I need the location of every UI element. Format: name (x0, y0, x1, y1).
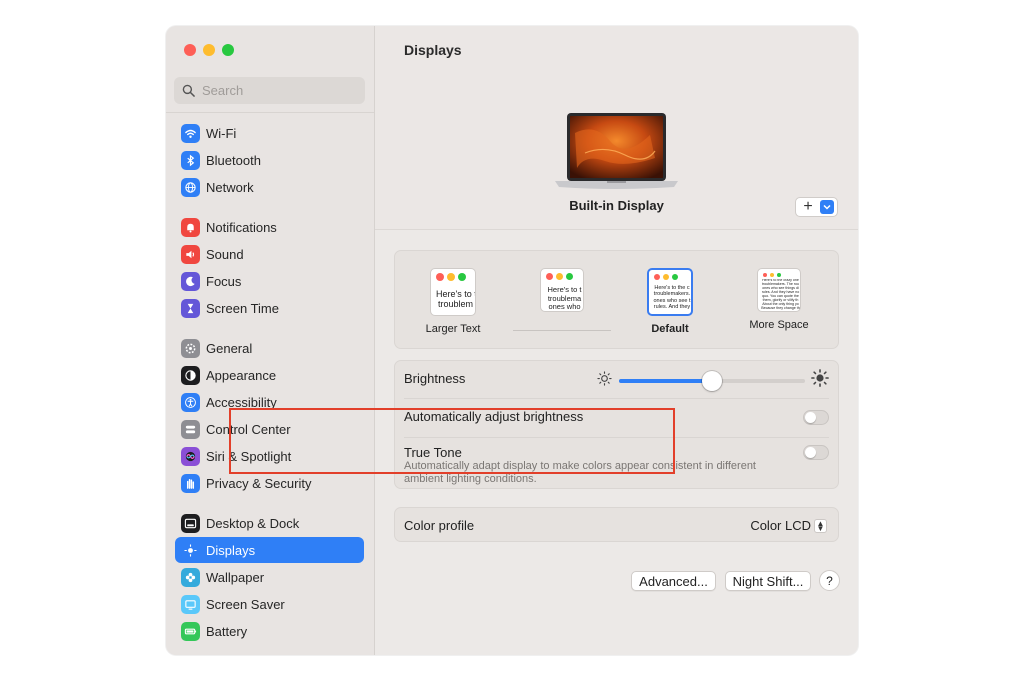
sidebar-item-screen-time[interactable]: Screen Time (175, 295, 364, 321)
color-profile-label: Color profile (404, 518, 475, 533)
battery-icon (181, 621, 200, 641)
display-name: Built-in Display (569, 198, 664, 213)
page-title: Displays (404, 42, 462, 58)
brightness-low-icon (597, 371, 612, 386)
sidebar-item-label: Battery (206, 623, 248, 639)
resolution-thumbnail: Here's to t troublema ones who (540, 268, 584, 312)
sidebar-item-label: Network (206, 179, 254, 195)
updown-chevron-icon[interactable]: ▲ ▼ (814, 519, 827, 533)
add-display-button[interactable]: + (795, 197, 838, 217)
minimize-window-button[interactable] (203, 44, 215, 56)
sidebar-item-bluetooth[interactable]: Bluetooth (175, 147, 364, 173)
display-header: Displays Built-in Display + (375, 26, 858, 230)
resolution-thumbnail-selected: Here's to the c troublemakers. ones who … (647, 268, 693, 316)
sidebar-item-battery[interactable]: Battery (175, 618, 364, 644)
window-controls (184, 44, 234, 56)
sample-text: Here's to the c troublemakers. ones who … (653, 285, 691, 310)
dock-icon (181, 513, 200, 533)
brightness-label: Brightness (404, 371, 466, 386)
sidebar-item-label: Screen Time (206, 300, 279, 316)
sidebar-item-desktop-and-dock[interactable]: Desktop & Dock (175, 510, 364, 536)
resolution-option-more-space[interactable]: Here's to the crazy one troublemakers. T… (734, 268, 824, 331)
sidebar-item-label: Sound (206, 246, 244, 262)
appearance-icon (181, 365, 200, 385)
laptop-image (555, 113, 678, 189)
screensaver-icon (181, 594, 200, 614)
true-tone-toggle[interactable] (803, 445, 829, 460)
sample-text: Here's to t troublema ones who (547, 286, 582, 312)
brightness-high-icon (811, 369, 829, 387)
resolution-label: More Space (749, 319, 809, 331)
sidebar-divider (166, 112, 374, 113)
sidebar: Wi-Fi Bluetooth Network Notifications Sound F… (166, 26, 375, 655)
search-input[interactable] (202, 83, 352, 98)
sidebar-item-label: Displays (206, 542, 256, 558)
resolution-label: Default (651, 323, 689, 335)
color-profile-value[interactable]: Color LCD (750, 518, 811, 533)
accessibility-icon (181, 392, 200, 412)
sidebar-item-appearance[interactable]: Appearance (175, 362, 364, 388)
brightness-slider-fill (619, 379, 712, 383)
brightness-slider[interactable] (619, 371, 805, 391)
flower-icon (181, 567, 200, 587)
resolution-label: Larger Text (425, 323, 481, 335)
sidebar-item-label: Focus (206, 273, 242, 289)
sidebar-item-screen-saver[interactable]: Screen Saver (175, 591, 364, 617)
sidebar-item-label: Wallpaper (206, 569, 265, 585)
search-icon (182, 84, 195, 97)
resolution-option-default[interactable]: Here's to the c troublemakers. ones who … (625, 268, 715, 335)
sample-text: Here's to t troublem (436, 289, 475, 310)
hourglass-icon (181, 298, 200, 318)
sidebar-item-notifications[interactable]: Notifications (175, 214, 364, 240)
main-pane: Displays Built-in Display + Here's to tr… (375, 26, 858, 655)
resolution-option-larger-text[interactable]: Here's to t troublem Larger Text (408, 268, 498, 335)
sidebar-item-network[interactable]: Network (175, 174, 364, 200)
row-separator (404, 398, 829, 399)
search-field[interactable] (174, 77, 365, 104)
resolution-option-2[interactable]: Here's to t troublema ones who (517, 268, 607, 312)
sidebar-item-displays[interactable]: Displays (175, 537, 364, 563)
sidebar-item-label: Privacy & Security (206, 475, 312, 491)
siri-icon (181, 446, 200, 466)
speaker-icon (181, 244, 200, 264)
true-tone-highlight-box (229, 408, 675, 474)
sidebar-item-label: Wi-Fi (206, 125, 237, 141)
sidebar-item-general[interactable]: General (175, 335, 364, 361)
chevron-down-icon[interactable] (820, 200, 834, 214)
bluetooth-icon (181, 150, 200, 170)
gear-icon (181, 338, 200, 358)
color-profile-panel: Color profile Color LCD ▲ ▼ (394, 507, 839, 542)
zoom-window-button[interactable] (222, 44, 234, 56)
close-window-button[interactable] (184, 44, 196, 56)
settings-window: Wi-Fi Bluetooth Network Notifications Sound F… (166, 26, 858, 655)
night-shift-button[interactable]: Night Shift... (725, 571, 811, 591)
resolution-panel: Here's to t troublem Larger Text Here's … (394, 250, 839, 349)
sun-icon (181, 540, 200, 560)
sidebar-item-label: Notifications (206, 219, 277, 235)
advanced-button[interactable]: Advanced... (631, 571, 716, 591)
resolution-thumbnail: Here's to the crazy one troublemakers. T… (757, 268, 801, 312)
wifi-icon (181, 123, 200, 143)
sidebar-item-label: General (206, 340, 253, 356)
help-button[interactable]: ? (819, 570, 840, 591)
sample-text: Here's to the crazy one troublemakers. T… (761, 279, 800, 310)
resolution-thumbnail: Here's to t troublem (430, 268, 476, 316)
resolution-scale-line (513, 330, 611, 331)
moon-icon (181, 271, 200, 291)
sidebar-item-wallpaper[interactable]: Wallpaper (175, 564, 364, 590)
hand-icon (181, 473, 200, 493)
sidebar-item-label: Appearance (206, 367, 277, 383)
plus-icon: + (803, 198, 813, 215)
sidebar-item-sound[interactable]: Sound (175, 241, 364, 267)
auto-brightness-toggle[interactable] (803, 410, 829, 425)
sidebar-item-focus[interactable]: Focus (175, 268, 364, 294)
bell-icon (181, 217, 200, 237)
brightness-slider-knob[interactable] (702, 371, 722, 391)
sidebar-item-label: Bluetooth (206, 152, 261, 168)
sidebar-item-wi-fi[interactable]: Wi-Fi (175, 120, 364, 146)
globe-icon (181, 177, 200, 197)
control-center-icon (181, 419, 200, 439)
sidebar-item-label: Desktop & Dock (206, 515, 300, 531)
sidebar-item-label: Screen Saver (206, 596, 285, 612)
